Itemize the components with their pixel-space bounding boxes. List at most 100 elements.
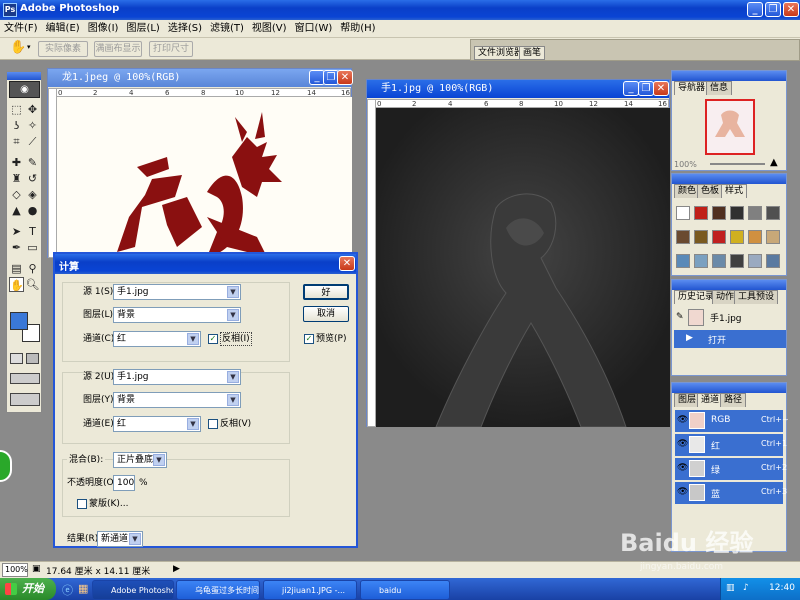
- dodge-tool-icon[interactable]: ●: [25, 203, 40, 218]
- navigator-zoom-value[interactable]: 100%: [674, 160, 697, 169]
- pen-tool-icon[interactable]: ✒: [9, 240, 24, 255]
- fit-on-screen-button[interactable]: 满画布显示: [94, 41, 142, 57]
- hand-tool-icon[interactable]: ✋: [10, 40, 26, 55]
- channel1-select[interactable]: 红 ▼: [113, 331, 201, 347]
- doc1-close-button[interactable]: ✕: [337, 70, 353, 85]
- dialog-close-button[interactable]: ✕: [339, 256, 355, 271]
- standard-mode-icon[interactable]: [10, 353, 23, 364]
- layer2-select[interactable]: 背景 ▼: [113, 392, 241, 408]
- taskbar-item-folder[interactable]: baidu: [360, 580, 450, 600]
- hand-tool-icon[interactable]: ✋: [9, 277, 24, 292]
- eraser-tool-icon[interactable]: ◇: [9, 187, 24, 202]
- style-swatch[interactable]: [748, 230, 762, 244]
- layer1-select[interactable]: 背景 ▼: [113, 307, 241, 323]
- style-swatch[interactable]: [676, 206, 690, 220]
- style-swatch[interactable]: [748, 206, 762, 220]
- hands-image-canvas[interactable]: [376, 108, 670, 427]
- quicklaunch-ie-icon[interactable]: ⓔ: [62, 582, 73, 598]
- doc2-maximize-button[interactable]: ❐: [638, 81, 654, 96]
- maximize-button[interactable]: ❐: [765, 2, 781, 17]
- style-swatch[interactable]: [676, 254, 690, 268]
- paint-bucket-icon[interactable]: ◈: [25, 187, 40, 202]
- slice-tool-icon[interactable]: ⟋: [25, 134, 40, 149]
- channel-row-red[interactable]: 👁︎ 红 Ctrl+1: [675, 434, 787, 456]
- minimize-button[interactable]: _: [747, 2, 763, 17]
- style-swatch[interactable]: [694, 206, 708, 220]
- taskbar-item-browser[interactable]: 乌龟蛋过多长时间...: [176, 580, 260, 600]
- brush-tool-icon[interactable]: ✎: [25, 155, 40, 170]
- zoom-tool-icon[interactable]: 🔍︎: [25, 277, 40, 292]
- source2-select[interactable]: 手1.jpg ▼: [113, 369, 241, 385]
- palette-title-bar[interactable]: [672, 174, 786, 184]
- quicklaunch-desktop-icon[interactable]: ▦: [78, 582, 88, 595]
- jump-to-imageready-icon[interactable]: [10, 393, 40, 406]
- doc2-close-button[interactable]: ✕: [653, 81, 669, 96]
- shape-tool-icon[interactable]: ▭: [25, 240, 40, 255]
- move-tool-icon[interactable]: ✥: [25, 102, 40, 117]
- history-snapshot-row[interactable]: ✎ 手1.jpg: [674, 307, 786, 329]
- marquee-tool-icon[interactable]: ⬚: [9, 102, 24, 117]
- mask-checkbox[interactable]: [77, 499, 87, 509]
- magic-wand-icon[interactable]: ✧: [25, 118, 40, 133]
- style-swatch[interactable]: [694, 230, 708, 244]
- tab-paths[interactable]: 路径: [720, 393, 747, 407]
- type-tool-icon[interactable]: T: [25, 224, 40, 239]
- ok-button[interactable]: 好: [303, 284, 349, 300]
- tab-navigator[interactable]: 导航器: [674, 81, 710, 95]
- style-swatch[interactable]: [730, 206, 744, 220]
- close-button[interactable]: ✕: [783, 2, 799, 17]
- invert1-checkbox[interactable]: ✓: [208, 334, 218, 344]
- invert2-checkbox[interactable]: [208, 419, 218, 429]
- menu-image[interactable]: 图像(I): [84, 20, 123, 38]
- style-swatch[interactable]: [766, 230, 780, 244]
- menu-file[interactable]: 文件(F): [0, 20, 42, 38]
- style-swatch[interactable]: [712, 254, 726, 268]
- blur-tool-icon[interactable]: ▲: [9, 203, 24, 218]
- style-swatch[interactable]: [676, 230, 690, 244]
- brushes-tab[interactable]: 画笔: [519, 46, 546, 60]
- healing-brush-icon[interactable]: ✚: [9, 155, 24, 170]
- path-selection-icon[interactable]: ➤: [9, 224, 24, 239]
- history-brush-icon[interactable]: ↺: [25, 171, 40, 186]
- history-step-row[interactable]: ▶ 打开: [674, 330, 786, 348]
- style-swatch[interactable]: [712, 206, 726, 220]
- channel2-select[interactable]: 红 ▼: [113, 416, 201, 432]
- history-brush-icon[interactable]: ✎: [676, 312, 684, 322]
- palette-title-bar[interactable]: [672, 280, 786, 290]
- tray-network-icon[interactable]: ▥: [726, 583, 735, 593]
- style-swatch[interactable]: [730, 254, 744, 268]
- cancel-button[interactable]: 取消: [303, 306, 349, 322]
- menu-select[interactable]: 选择(S): [164, 20, 206, 38]
- preview-checkbox[interactable]: ✓: [304, 334, 314, 344]
- style-swatch[interactable]: [748, 254, 762, 268]
- channel-row-green[interactable]: 👁︎ 绿 Ctrl+2: [675, 458, 787, 480]
- desktop-green-badge[interactable]: [0, 450, 12, 482]
- eye-icon[interactable]: 👁︎: [677, 415, 688, 425]
- channel-row-rgb[interactable]: 👁︎ RGB Ctrl+~: [675, 410, 789, 432]
- foreground-color-swatch[interactable]: [10, 312, 28, 330]
- status-menu-arrow-icon[interactable]: ▶: [173, 564, 180, 574]
- dialog-title-bar[interactable]: 计算: [55, 254, 356, 274]
- style-swatch[interactable]: [730, 230, 744, 244]
- eye-icon[interactable]: 👁︎: [677, 487, 688, 497]
- status-zoom[interactable]: 100%: [2, 563, 28, 577]
- menu-view[interactable]: 视图(V): [248, 20, 291, 38]
- style-swatch[interactable]: [694, 254, 708, 268]
- dragon-image-canvas[interactable]: [57, 97, 352, 258]
- eyedropper-icon[interactable]: ⚲: [25, 261, 40, 276]
- menu-window[interactable]: 窗口(W): [291, 20, 337, 38]
- style-swatch[interactable]: [766, 254, 780, 268]
- tray-volume-icon[interactable]: ♪: [743, 583, 749, 593]
- menu-edit[interactable]: 编辑(E): [42, 20, 84, 38]
- blend-select[interactable]: 正片叠底 ▼: [113, 452, 167, 468]
- result-select[interactable]: 新通道 ▼: [97, 531, 143, 547]
- channel-row-blue[interactable]: 👁︎ 蓝 Ctrl+3: [675, 482, 787, 504]
- menu-filter[interactable]: 滤镜(T): [206, 20, 248, 38]
- print-size-button[interactable]: 打印尺寸: [149, 41, 193, 57]
- style-swatch[interactable]: [712, 230, 726, 244]
- tab-swatches[interactable]: 色板: [697, 184, 724, 198]
- screen-mode-icon[interactable]: [10, 373, 40, 384]
- adobe-online-icon[interactable]: ◉: [9, 81, 40, 98]
- actual-pixels-button[interactable]: 实际像素: [38, 41, 88, 57]
- eye-icon[interactable]: 👁︎: [677, 463, 688, 473]
